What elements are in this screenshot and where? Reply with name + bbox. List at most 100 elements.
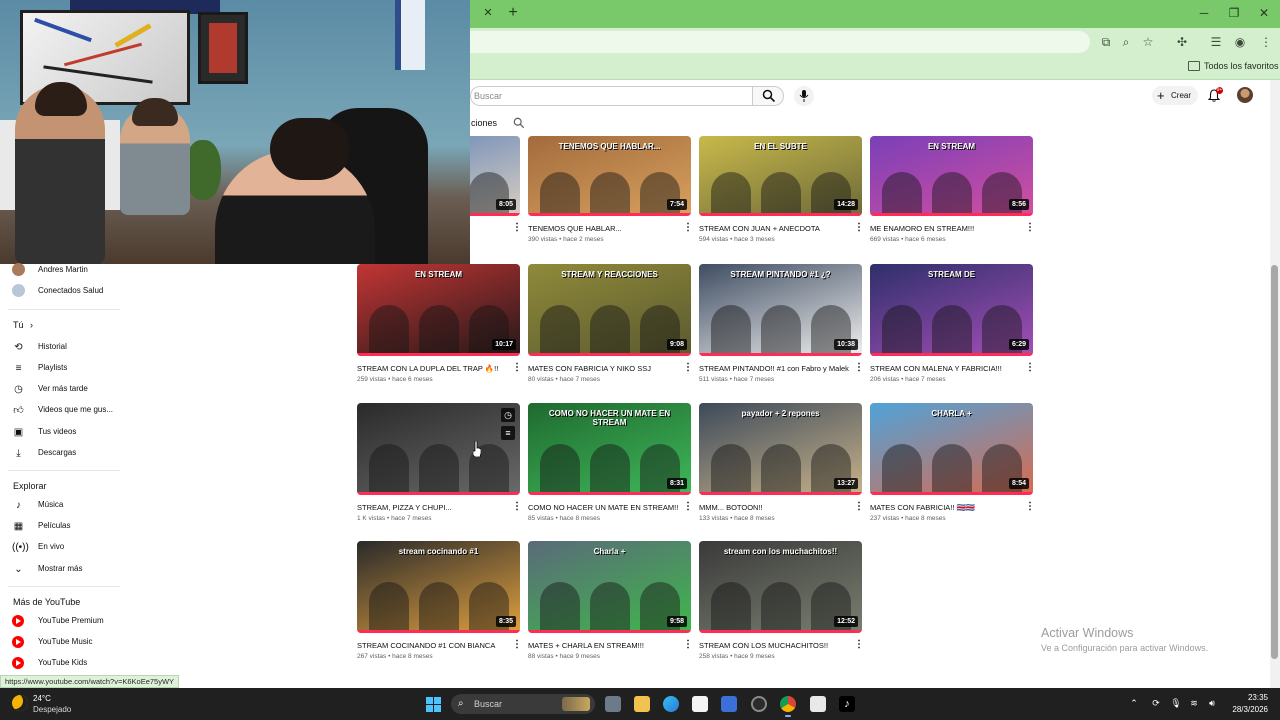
video-title[interactable]: MATES CON FABRICIA Y NIKO SSJ [528, 364, 678, 373]
video-menu-icon[interactable]: ⋮ [512, 363, 522, 373]
video-menu-icon[interactable]: ⋮ [854, 223, 864, 233]
video-menu-icon[interactable]: ⋮ [1025, 502, 1035, 512]
video-thumbnail[interactable]: stream cocinando #1 8:35 [357, 541, 520, 633]
video-title[interactable]: STREAM CON LOS MUCHACHITOS!! [699, 641, 849, 650]
clock-date[interactable]: 28/3/2026 [1222, 705, 1268, 714]
video-menu-icon[interactable]: ⋮ [683, 223, 693, 233]
voice-search-button[interactable] [794, 86, 814, 106]
task-view-icon[interactable] [605, 696, 621, 712]
sidebar-item-playlists[interactable]: ≡ Playlists [0, 358, 122, 378]
video-menu-icon[interactable]: ⋮ [512, 223, 522, 233]
edge-icon[interactable] [663, 696, 679, 712]
watch-later-icon[interactable]: ◷ [501, 408, 515, 422]
chips-search-icon[interactable] [513, 117, 525, 129]
sidebar-item-movies[interactable]: ▦ Películas [0, 516, 122, 536]
wifi-icon[interactable]: ≋ [1188, 698, 1200, 709]
sidebar-item-music[interactable]: ♪ Música [0, 495, 122, 515]
video-title[interactable]: STREAM COCINANDO #1 CON BIANCA [357, 641, 507, 650]
video-title[interactable]: MMM... BOTOON!! [699, 503, 849, 512]
sidebar-item-downloads[interactable]: ⤓ Descargas [0, 443, 122, 463]
reading-list-icon[interactable]: ☰ [1208, 34, 1224, 50]
store-icon[interactable] [721, 696, 737, 712]
video-thumbnail[interactable]: COMO NO HACER UN MATE EN STREAM 8:31 [528, 403, 691, 495]
browser-menu-icon[interactable]: ⋮ [1258, 34, 1274, 50]
video-title[interactable]: TENEMOS QUE HABLAR... [528, 224, 678, 233]
add-to-queue-icon[interactable]: ≡ [501, 426, 515, 440]
video-thumbnail[interactable]: ◷ ≡ [357, 403, 520, 495]
sidebar-item-show-more[interactable]: ⌄ Mostrar más [0, 559, 122, 579]
video-thumbnail[interactable]: EN EL SUBTE 14:28 [699, 136, 862, 216]
search-button[interactable] [752, 86, 784, 106]
chip-filter-label[interactable]: ciones [471, 118, 497, 128]
video-thumbnail[interactable]: Charla + 9:58 [528, 541, 691, 633]
video-thumbnail[interactable]: stream con los muchachitos!! 12:52 [699, 541, 862, 633]
video-menu-icon[interactable]: ⋮ [854, 640, 864, 650]
new-tab-button[interactable]: + [505, 4, 521, 22]
steam-icon[interactable] [751, 696, 767, 712]
close-window-icon[interactable]: ✕ [1256, 5, 1272, 21]
video-menu-icon[interactable]: ⋮ [1025, 223, 1035, 233]
video-thumbnail[interactable]: STREAM Y REACCIONES 9:08 [528, 264, 691, 356]
video-menu-icon[interactable]: ⋮ [512, 502, 522, 512]
profile-icon[interactable]: ◉ [1232, 34, 1248, 50]
tab-close-icon[interactable]: ✕ [481, 6, 495, 20]
zoom-icon[interactable]: ⌕ [1118, 34, 1134, 50]
video-title[interactable]: STREAM, PIZZA Y CHUPI... [357, 503, 507, 512]
video-thumbnail[interactable]: payador + 2 repones 13:27 [699, 403, 862, 495]
weather-temperature[interactable]: 24°C [33, 694, 51, 703]
chrome-icon[interactable] [780, 696, 796, 712]
sidebar-item-liked-videos[interactable]: 👍︎ Videos que me gus... [0, 400, 122, 420]
sidebar-item-historial[interactable]: ⟲ Historial [0, 337, 122, 357]
video-title[interactable]: STREAM CON MALENA Y FABRICIA!!! [870, 364, 1020, 373]
notepad-icon[interactable] [692, 696, 708, 712]
video-title[interactable]: MATES CON FABRICIA!! 🇨🇷🇨🇷 [870, 503, 1020, 512]
account-avatar[interactable] [1237, 87, 1253, 103]
microphone-tray-icon[interactable]: 🎙︎ [1170, 698, 1182, 709]
video-thumbnail[interactable]: EN STREAM 8:56 [870, 136, 1033, 216]
video-menu-icon[interactable]: ⋮ [683, 502, 693, 512]
subscription-andres-martin[interactable]: Andres Martin [0, 260, 122, 280]
file-explorer-icon[interactable] [634, 696, 650, 712]
capcut-icon[interactable] [810, 696, 826, 712]
search-input[interactable] [474, 89, 734, 103]
video-thumbnail[interactable]: EN STREAM 10:17 [357, 264, 520, 356]
page-scrollbar-thumb[interactable] [1271, 265, 1278, 659]
all-bookmarks-button[interactable]: Todos los favoritos [1204, 61, 1279, 71]
moon-weather-icon[interactable] [12, 695, 28, 711]
clock-time[interactable]: 23:35 [1222, 693, 1268, 702]
you-section-heading[interactable]: Tú › [13, 320, 33, 330]
sidebar-item-youtube-kids[interactable]: YouTube Kids [0, 653, 122, 673]
subscription-conectados-salud[interactable]: Conectados Salud [0, 281, 122, 301]
video-thumbnail[interactable]: TENEMOS QUE HABLAR... 7:54 [528, 136, 691, 216]
sidebar-item-live[interactable]: ((•)) En vivo [0, 537, 122, 557]
tiktok-icon[interactable]: ♪ [839, 696, 855, 712]
start-button[interactable] [426, 697, 441, 712]
video-title[interactable]: STREAM CON JUAN + ANECDOTA [699, 224, 849, 233]
sidebar-item-youtube-premium[interactable]: YouTube Premium [0, 611, 122, 631]
weather-condition[interactable]: Despejado [33, 705, 71, 714]
search-highlight-image[interactable] [562, 697, 590, 711]
video-menu-icon[interactable]: ⋮ [683, 363, 693, 373]
extensions-icon[interactable]: ✣ [1174, 34, 1190, 50]
video-title[interactable]: MATES + CHARLA EN STREAM!!! [528, 641, 678, 650]
bookmark-star-icon[interactable]: ☆ [1140, 34, 1156, 50]
video-thumbnail[interactable]: CHARLA + 8:54 [870, 403, 1033, 495]
video-menu-icon[interactable]: ⋮ [512, 640, 522, 650]
video-menu-icon[interactable]: ⋮ [854, 363, 864, 373]
minimize-icon[interactable]: ─ [1196, 5, 1212, 21]
restore-icon[interactable]: ❐ [1226, 5, 1242, 21]
video-title[interactable]: STREAM CON LA DUPLA DEL TRAP 🔥!! [357, 364, 507, 373]
sidebar-item-watch-later[interactable]: ◷ Ver más tarde [0, 379, 122, 399]
tray-overflow-icon[interactable]: ⌃ [1128, 698, 1140, 709]
video-title[interactable]: ME ENAMORO EN STREAM!!! [870, 224, 1020, 233]
sidebar-item-youtube-music[interactable]: YouTube Music [0, 632, 122, 652]
video-menu-icon[interactable]: ⋮ [1025, 363, 1035, 373]
video-thumbnail[interactable]: STREAM PINTANDO #1 ¿? 10:38 [699, 264, 862, 356]
volume-icon[interactable]: 🔊︎ [1206, 698, 1218, 709]
video-menu-icon[interactable]: ⋮ [683, 640, 693, 650]
sidebar-item-your-videos[interactable]: ▣ Tus videos [0, 422, 122, 442]
video-title[interactable]: STREAM PINTANDO!! #1 con Fabro y Malek [699, 364, 849, 373]
video-title[interactable]: COMO NO HACER UN MATE EN STREAM!! [528, 503, 678, 512]
video-thumbnail[interactable]: STREAM DE 6:29 [870, 264, 1033, 356]
sync-icon[interactable]: ⟳ [1150, 698, 1162, 709]
